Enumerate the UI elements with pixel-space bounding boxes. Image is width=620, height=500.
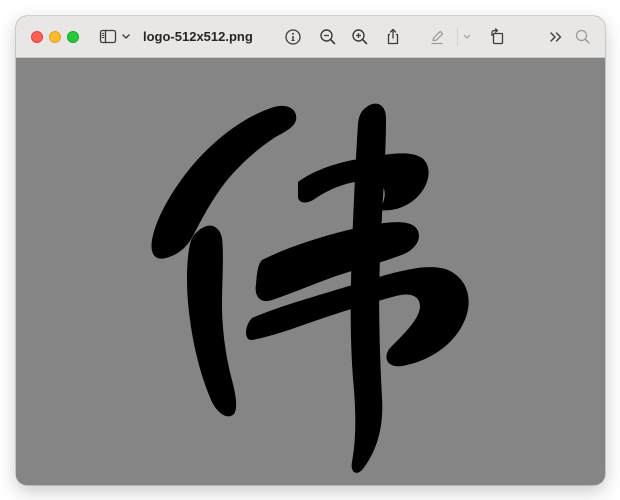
info-icon — [285, 29, 301, 45]
markup-pen-icon — [431, 30, 444, 45]
sidebar-toggle-button[interactable] — [98, 25, 132, 49]
zoom-button[interactable] — [67, 31, 79, 43]
calligraphy-glyph-image — [151, 103, 469, 473]
zoom-out-icon — [320, 29, 336, 45]
image-canvas[interactable] — [16, 58, 605, 485]
toolbar-divider — [457, 28, 458, 46]
sidebar-icon — [99, 29, 130, 44]
chevron-down-icon — [122, 34, 130, 39]
share-button[interactable] — [381, 25, 405, 49]
rotate-button[interactable] — [485, 25, 509, 49]
minimize-button[interactable] — [49, 31, 61, 43]
glyph-stroke-left-vertical — [187, 225, 237, 417]
search-button[interactable] — [571, 25, 595, 49]
preview-window: logo-512x512.png — [16, 16, 605, 485]
markup-menu-button[interactable] — [460, 25, 474, 49]
glyph-stroke-left-hook — [151, 105, 297, 259]
window-title: logo-512x512.png — [143, 29, 253, 44]
more-chevrons-icon — [550, 32, 562, 42]
zoom-in-button[interactable] — [348, 25, 372, 49]
markup-button[interactable] — [425, 25, 449, 49]
rotate-icon — [491, 28, 504, 45]
title-bar: logo-512x512.png — [16, 16, 605, 58]
close-button[interactable] — [31, 31, 43, 43]
more-toolbar-button[interactable] — [545, 25, 567, 49]
chevron-down-icon — [463, 34, 471, 39]
search-icon — [575, 29, 590, 44]
zoom-out-button[interactable] — [316, 25, 340, 49]
share-icon — [387, 28, 399, 45]
zoom-in-icon — [352, 29, 368, 45]
info-button[interactable] — [281, 25, 305, 49]
